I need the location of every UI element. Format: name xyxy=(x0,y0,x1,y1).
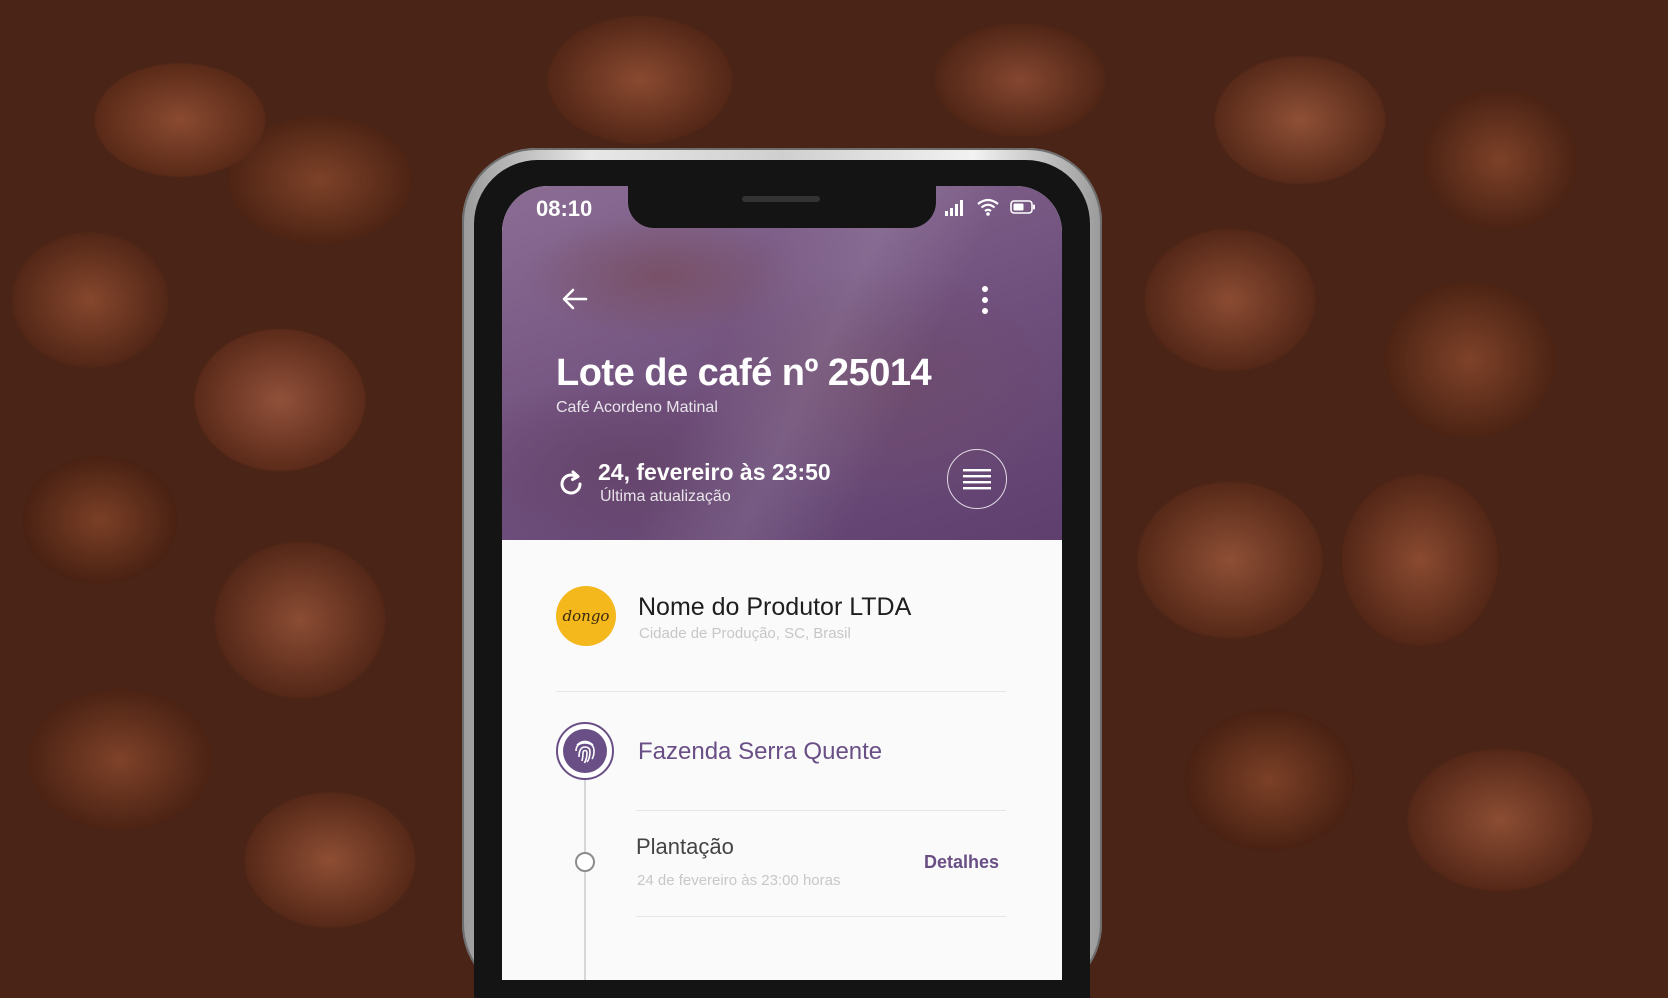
divider xyxy=(636,810,1006,811)
menu-lines-icon xyxy=(963,469,991,490)
wifi-icon xyxy=(977,198,999,216)
step-date: 24 de fevereiro às 23:00 horas xyxy=(637,872,841,889)
lot-subtitle: Café Acordeno Matinal xyxy=(556,399,718,416)
producer-name: Nome do Produtor LTDA xyxy=(638,593,912,621)
menu-button[interactable] xyxy=(947,449,1007,509)
battery-icon xyxy=(1010,200,1035,214)
phone-notch xyxy=(628,186,936,228)
producer-logo-text: dongo xyxy=(562,607,610,625)
signal-icon xyxy=(945,200,963,216)
last-update-label: Última atualização xyxy=(600,488,731,505)
refresh-icon[interactable] xyxy=(556,469,586,499)
status-time: 08:10 xyxy=(536,196,593,221)
fingerprint-icon xyxy=(575,740,595,764)
phone-screen: 08:10 Lote de café nº 25014 Café Acorden… xyxy=(502,186,1062,980)
status-icons xyxy=(944,198,1036,216)
step-details-link[interactable]: Detalhes xyxy=(924,852,999,873)
producer-location: Cidade de Produção, SC, Brasil xyxy=(639,625,851,642)
farm-icon xyxy=(556,722,614,780)
producer-logo: dongo xyxy=(556,586,616,646)
last-update-date: 24, fevereiro às 23:50 xyxy=(598,459,831,485)
back-arrow-icon[interactable] xyxy=(560,284,590,314)
divider xyxy=(556,691,1006,692)
step-title: Plantação xyxy=(636,834,734,859)
more-vertical-icon[interactable] xyxy=(978,284,992,318)
phone-speaker xyxy=(742,196,820,202)
timeline-line xyxy=(584,780,586,980)
lot-title: Lote de café nº 25014 xyxy=(556,352,932,394)
divider xyxy=(636,916,1006,917)
timeline-dot xyxy=(575,852,595,872)
farm-name: Fazenda Serra Quente xyxy=(638,738,883,765)
